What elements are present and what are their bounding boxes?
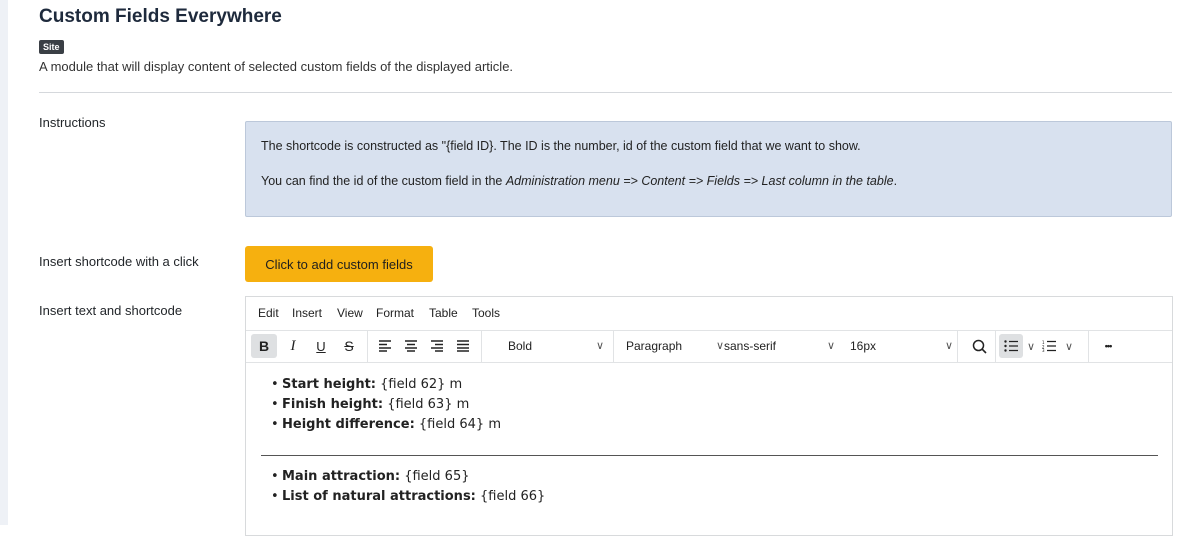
horizontal-rule xyxy=(261,455,1158,456)
font-size-select[interactable]: 16px ∨ xyxy=(850,334,954,358)
numbered-list-icon[interactable]: 123 xyxy=(1039,334,1059,358)
instructions-line-2-text: You can find the id of the custom field … xyxy=(261,174,506,188)
menu-edit[interactable]: Edit xyxy=(258,306,279,320)
strikethrough-button[interactable]: S xyxy=(337,334,361,358)
list-item-value: {field 63} m xyxy=(383,397,470,412)
instructions-line-2: You can find the id of the custom field … xyxy=(261,174,897,188)
menu-table[interactable]: Table xyxy=(429,306,458,320)
paragraph-select[interactable]: Paragraph ∨ xyxy=(626,334,726,358)
attractions-list: Main attraction: {field 65} List of natu… xyxy=(271,467,546,507)
align-justify-icon[interactable] xyxy=(451,334,475,358)
list-item-value: {field 64} m xyxy=(414,417,501,432)
list-item-value: {field 62} m xyxy=(376,377,463,392)
editor-menubar: Edit Insert View Format Table Tools xyxy=(246,297,1172,331)
toolbar-separator xyxy=(367,331,368,363)
chevron-down-icon: ∨ xyxy=(716,340,725,352)
font-family-value: sans-serif xyxy=(724,339,777,353)
list-item: Main attraction: {field 65} xyxy=(271,467,545,487)
toolbar-separator xyxy=(957,331,958,363)
menu-tools[interactable]: Tools xyxy=(472,306,500,320)
menu-format[interactable]: Format xyxy=(376,306,414,320)
editor-label: Insert text and shortcode xyxy=(39,303,183,318)
underline-button[interactable]: U xyxy=(309,334,333,358)
add-custom-fields-button[interactable]: Click to add custom fields xyxy=(245,246,433,282)
toolbar-separator xyxy=(1088,331,1089,363)
list-item-value: {field 66} xyxy=(475,489,546,504)
chevron-down-icon: ∨ xyxy=(945,340,954,352)
menu-view[interactable]: View xyxy=(337,306,363,320)
instructions-line-2-path: Administration menu => Content => Fields… xyxy=(505,174,894,188)
toolbar-separator xyxy=(995,331,996,363)
paragraph-value: Paragraph xyxy=(626,339,683,353)
module-description: A module that will display content of se… xyxy=(39,59,514,74)
list-item-label: Main attraction: xyxy=(282,469,401,484)
block-format-value: Bold xyxy=(508,339,533,353)
block-format-select[interactable]: Bold ∨ xyxy=(508,334,608,358)
chevron-down-icon[interactable]: ∨ xyxy=(1027,340,1035,353)
list-item: Height difference: {field 64} m xyxy=(271,415,501,435)
more-options-icon[interactable]: ••• xyxy=(1096,334,1120,358)
shortcode-click-label: Insert shortcode with a click xyxy=(39,254,199,269)
font-size-value: 16px xyxy=(850,339,877,353)
list-item-label: Start height: xyxy=(282,377,377,392)
list-item-value: {field 65} xyxy=(400,469,470,484)
align-center-icon[interactable] xyxy=(399,334,423,358)
search-icon[interactable] xyxy=(967,334,991,358)
list-item: Start height: {field 62} m xyxy=(271,375,501,395)
instructions-box: The shortcode is constructed as "{field … xyxy=(245,121,1172,217)
italic-button[interactable]: I xyxy=(281,334,305,358)
height-list: Start height: {field 62} m Finish height… xyxy=(271,375,501,435)
align-left-icon[interactable] xyxy=(373,334,397,358)
chevron-down-icon[interactable]: ∨ xyxy=(1065,340,1073,353)
site-badge: Site xyxy=(39,40,64,54)
list-item: Finish height: {field 63} m xyxy=(271,395,501,415)
menu-insert[interactable]: Insert xyxy=(292,306,322,320)
chevron-down-icon: ∨ xyxy=(827,340,836,352)
toolbar-separator xyxy=(613,331,614,363)
list-item-label: Height difference: xyxy=(282,417,415,432)
toolbar-separator xyxy=(481,331,482,363)
font-family-select[interactable]: sans-serif ∨ xyxy=(724,334,836,358)
align-right-icon[interactable] xyxy=(425,334,449,358)
rich-text-editor: Edit Insert View Format Table Tools B I … xyxy=(245,296,1173,536)
header-divider xyxy=(39,92,1172,93)
instructions-label: Instructions xyxy=(39,115,106,130)
instructions-line-1: The shortcode is constructed as "{field … xyxy=(261,139,861,153)
left-panel-edge xyxy=(0,0,8,525)
editor-toolbar: B I U S Bold ∨ Paragraph ∨ sans-serif ∨ xyxy=(246,331,1172,363)
page-title: Custom Fields Everywhere xyxy=(39,6,282,27)
svg-text:3: 3 xyxy=(1042,348,1045,352)
bullet-list-icon[interactable] xyxy=(999,334,1023,358)
list-item: List of natural attractions: {field 66} xyxy=(271,487,546,507)
list-item-label: List of natural attractions: xyxy=(282,489,476,504)
instructions-line-2-end: . xyxy=(893,174,898,188)
bold-button[interactable]: B xyxy=(251,334,277,358)
chevron-down-icon: ∨ xyxy=(596,340,605,352)
list-item-label: Finish height: xyxy=(282,397,384,412)
